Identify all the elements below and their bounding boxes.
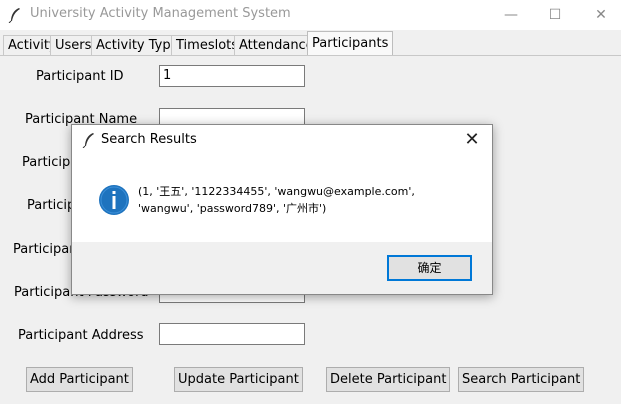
close-icon: ✕ <box>464 129 480 150</box>
tab-participants[interactable]: Participants <box>307 31 394 56</box>
close-button[interactable]: ✕ <box>578 0 621 30</box>
dialog-title: Search Results <box>101 132 197 147</box>
ok-button[interactable]: 确定 <box>387 255 472 281</box>
add-participant-button[interactable]: Add Participant <box>26 367 133 392</box>
delete-participant-button[interactable]: Delete Participant <box>326 367 451 392</box>
search-participant-button[interactable]: Search Participant <box>458 367 585 392</box>
window-title: University Activity Management System <box>30 6 291 21</box>
participant-address-input[interactable] <box>159 323 305 345</box>
participant-field-3-label: Participa <box>22 155 79 170</box>
feather-icon <box>8 8 20 23</box>
tab-users[interactable]: Users <box>50 35 97 55</box>
dialog-close-button[interactable]: ✕ <box>460 128 484 152</box>
minimize-button[interactable]: — <box>488 0 534 30</box>
close-icon: ✕ <box>595 7 607 23</box>
title-bar: University Activity Management System — … <box>0 0 621 30</box>
tab-divider <box>0 55 621 56</box>
participant-address-label: Participant Address <box>18 328 144 343</box>
tab-bar: Activity Users Activity Type Timeslots A… <box>0 30 621 56</box>
participant-id-input[interactable]: 1 <box>159 65 305 87</box>
info-icon <box>99 185 129 215</box>
dialog-message: (1, '王五', '1122334455', 'wangwu@example.… <box>138 185 415 215</box>
dialog-title-bar: Search Results ✕ <box>72 125 492 155</box>
participant-id-label: Participant ID <box>36 69 124 84</box>
update-participant-button[interactable]: Update Participant <box>174 367 303 392</box>
minimize-icon: — <box>504 7 518 23</box>
search-results-dialog: Search Results ✕ (1, '王五', '1122334455',… <box>71 124 493 295</box>
tab-attendance[interactable]: Attendance <box>234 35 319 55</box>
tab-timeslots[interactable]: Timeslots <box>171 35 244 55</box>
maximize-icon: ☐ <box>548 7 562 23</box>
feather-icon <box>82 133 94 148</box>
dialog-footer: 确定 <box>72 242 492 294</box>
maximize-button[interactable]: ☐ <box>532 0 578 30</box>
tab-activity-type[interactable]: Activity Type <box>91 35 184 55</box>
